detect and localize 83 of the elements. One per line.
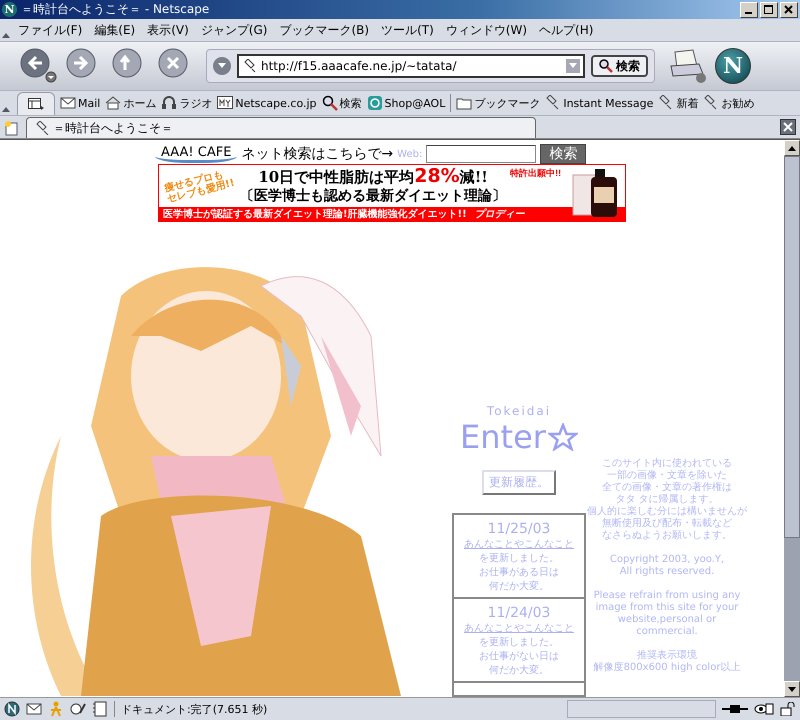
bookmark-item[interactable]: Mail [60, 95, 100, 111]
url-text: http://f15.aaacafe.ne.jp/~tatata/ [261, 59, 458, 73]
house-icon [105, 95, 122, 111]
search-icon [322, 95, 338, 111]
status-text: ドキュメント:完了(7.651 秒) [121, 702, 268, 716]
menu-item[interactable]: 表示(V) [141, 22, 195, 38]
menu-item[interactable]: ブックマーク(B) [273, 22, 376, 38]
maximize-icon[interactable] [760, 2, 778, 18]
notice-line: Copyright 2003, yoo.Y, [610, 554, 724, 566]
new-tab-icon[interactable] [4, 120, 20, 136]
bookmark-item[interactable]: Netscape.co.jp [217, 95, 317, 111]
netscape-logo[interactable]: N [715, 48, 751, 84]
ad-footer-text: 医学博士が認証する最新ダイエット理論!肝臓機能強化ダイエット!! [163, 207, 467, 221]
back-arrow-icon[interactable] [20, 48, 58, 84]
window-title: ＝時計台へようこそ＝ - Netscape [21, 1, 210, 18]
bookmark-item[interactable]: ラジオ [161, 95, 212, 111]
menu-item[interactable]: ジャンプ(G) [194, 22, 274, 38]
notice-line: 無断使用及び配布・転載など [602, 518, 732, 530]
search-field[interactable] [426, 145, 536, 163]
notice-line: 全ての画像・文章の著作権は [602, 482, 732, 494]
url-field[interactable]: http://f15.aaacafe.ne.jp/~tatata/ [237, 54, 585, 78]
scroll-up-icon[interactable] [784, 140, 800, 156]
ad-subhead: 〔医学博士も認める最新ダイエット理論〕 [240, 187, 506, 205]
headphones-icon [161, 95, 178, 111]
notice-line: 個人的に楽しむ分には構いませんが [587, 506, 747, 518]
dropdown-icon[interactable] [213, 57, 231, 75]
connection-icon [722, 703, 748, 715]
notice-line: タタ タに帰属します。 [615, 494, 719, 506]
my-badge-icon [217, 95, 234, 111]
bookmark-item[interactable]: Instant Message [545, 95, 654, 111]
ad-headline: 10日で中性脂肪は平均28%減!! [258, 165, 488, 187]
update-date: 11/25/03 [488, 521, 550, 537]
bookmark-item[interactable]: 新着 [658, 95, 698, 111]
ad-brand: プロディー [474, 207, 525, 221]
notice-line: commercial. [636, 626, 698, 638]
update-text: を更新しました。 お仕事がない日は 何だか大変。 [479, 636, 559, 677]
menu-item[interactable]: ヘルプ(H) [533, 22, 600, 38]
notice-line: Please refrain from using any [594, 590, 740, 602]
link-icon [35, 121, 49, 135]
scrollbar[interactable] [784, 140, 800, 697]
bookmark-item[interactable]: Shop@AOL [366, 95, 446, 111]
field-label: Web: [397, 148, 422, 160]
sidebar-tab-icon[interactable] [17, 92, 55, 114]
minimize-icon[interactable] [740, 2, 758, 18]
menu-item[interactable]: ファイル(F) [12, 22, 88, 38]
star-icon [548, 423, 578, 451]
menu-item[interactable]: 編集(E) [88, 22, 142, 38]
bookmark-item[interactable]: お勧め [703, 95, 754, 111]
search-prompt: ネット検索はこちらで→ [241, 145, 394, 163]
netscape-logo: N [2, 2, 17, 17]
notice-line: All rights reserved. [620, 566, 714, 578]
search-button[interactable]: 検索 [540, 144, 586, 164]
bookmark-item[interactable]: ブックマーク [456, 95, 540, 111]
scroll-down-icon[interactable] [784, 681, 800, 697]
notice-line: 一部の画像・文章を除いた [607, 470, 727, 482]
bookmark-item[interactable]: 検索 [322, 95, 362, 111]
scroll-thumb[interactable] [784, 156, 800, 538]
close-icon[interactable] [780, 2, 798, 18]
bookmark-item[interactable]: ホーム [105, 95, 156, 111]
eye-document-icon[interactable] [754, 702, 774, 716]
envelope-icon [60, 95, 76, 111]
notice-line: website,personal or [618, 614, 716, 626]
update-text: を更新しました。 お仕事がある日は 何だか大変。 [479, 552, 559, 593]
update-date: 11/24/03 [488, 605, 550, 621]
notice-line: このサイト内に使われている [602, 458, 732, 470]
menu-item[interactable]: ツール(T) [375, 22, 440, 38]
search-button[interactable]: 検索 [591, 55, 648, 77]
notice-line: image from this site for your [596, 602, 738, 614]
site-subtitle: Tokeidai [486, 404, 552, 418]
netscape-logo-icon[interactable] [4, 701, 20, 717]
printer-icon[interactable] [669, 48, 709, 84]
menu-item[interactable]: ウィンドウ(W) [440, 22, 534, 38]
link-icon [243, 59, 257, 73]
notice-line: 解像度800x600 high color以上 [594, 662, 740, 674]
notice-line: なさらぬようお願いします。 [602, 530, 732, 542]
patent-pending-label: 特許出願中!! [510, 167, 562, 180]
address-book-icon[interactable] [92, 701, 108, 717]
tab[interactable]: ＝時計台へようこそ＝ [26, 117, 536, 138]
close-tab-icon[interactable] [780, 119, 796, 135]
envelope-icon[interactable] [26, 701, 42, 717]
search-icon [599, 59, 613, 73]
notice-line: 推奨表示環境 [637, 650, 697, 662]
lock-icon[interactable] [780, 702, 796, 716]
